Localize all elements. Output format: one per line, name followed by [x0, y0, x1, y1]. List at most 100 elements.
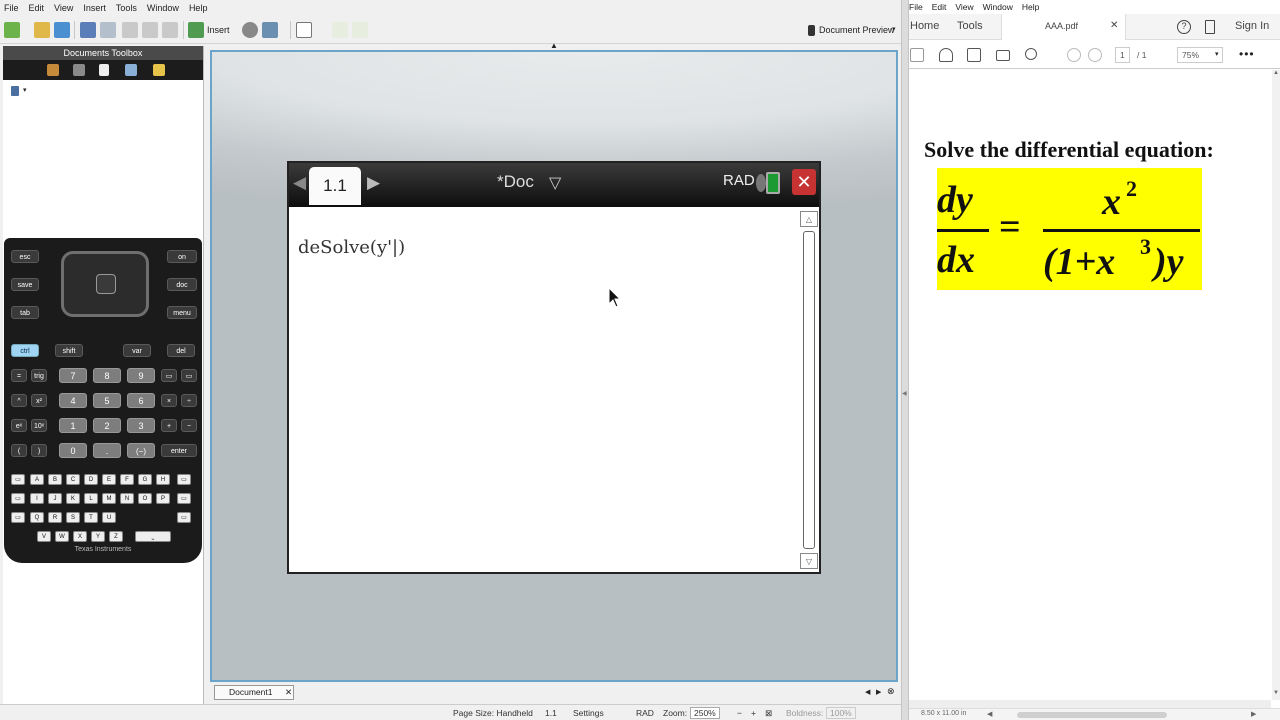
scroll-down-icon[interactable]: ▽: [800, 553, 818, 569]
trig-key[interactable]: trig: [31, 369, 47, 382]
content-explorer-icon[interactable]: [125, 64, 137, 76]
close-tab-icon[interactable]: ✕: [1110, 20, 1118, 31]
square-key[interactable]: x²: [31, 394, 47, 407]
settings-status-button[interactable]: Settings: [573, 708, 604, 718]
page-size-status[interactable]: Page Size: Handheld: [453, 708, 533, 718]
catalog-key[interactable]: ▭: [181, 369, 197, 382]
key-q[interactable]: Q: [30, 512, 44, 523]
save-key[interactable]: save: [11, 278, 39, 291]
cloud-upload-icon[interactable]: [939, 48, 953, 62]
utilities-icon[interactable]: [153, 64, 165, 76]
close-icon[interactable]: ✕: [792, 169, 816, 195]
boldness-select[interactable]: 100%: [826, 707, 856, 719]
pdf-horizontal-scrollbar[interactable]: [909, 700, 1271, 708]
pdf-menu-view[interactable]: View: [955, 2, 973, 12]
tab-scroll-left-icon[interactable]: ◀: [865, 688, 870, 696]
key-5[interactable]: 5: [93, 393, 121, 408]
tab-document[interactable]: AAA.pdf ✕: [1001, 14, 1126, 40]
insert-menu-button[interactable]: Insert: [207, 25, 230, 35]
tab-tools[interactable]: Tools: [957, 20, 983, 32]
more-icon[interactable]: •••: [1239, 47, 1255, 61]
tab-home[interactable]: Home: [910, 20, 939, 32]
page-number-input[interactable]: 1: [1115, 47, 1130, 63]
pdf-menu-help[interactable]: Help: [1022, 2, 1039, 12]
divide-key[interactable]: ÷: [181, 394, 197, 407]
help-icon[interactable]: ?: [1177, 20, 1191, 34]
on-key[interactable]: on: [167, 250, 197, 263]
chevron-down-icon[interactable]: ▾: [1215, 50, 1219, 58]
key-c[interactable]: C: [66, 474, 80, 485]
negative-key[interactable]: (−): [127, 443, 155, 458]
menu-tools[interactable]: Tools: [116, 3, 137, 13]
page-up-icon[interactable]: [1067, 48, 1081, 62]
key-r[interactable]: R: [48, 512, 62, 523]
touchpad[interactable]: [61, 251, 149, 317]
tools-icon[interactable]: [47, 64, 59, 76]
document-menu-chevron-icon[interactable]: ▽: [549, 173, 561, 193]
undo-icon[interactable]: [80, 22, 96, 38]
redo-icon[interactable]: [100, 22, 116, 38]
paste-icon[interactable]: [162, 22, 178, 38]
page-layout-icon[interactable]: [296, 22, 312, 38]
tab-scroll-right-icon[interactable]: ▶: [876, 688, 881, 696]
zoom-in-icon[interactable]: +: [751, 708, 756, 718]
collapse-left-icon[interactable]: ◀: [902, 390, 907, 397]
decimal-key[interactable]: .: [93, 443, 121, 458]
symbol-key[interactable]: ▭: [177, 512, 191, 523]
gauge-icon[interactable]: [242, 22, 258, 38]
mail-icon[interactable]: [996, 50, 1010, 61]
open-folder-icon[interactable]: [34, 22, 50, 38]
close-document-icon[interactable]: ⊗: [887, 686, 895, 697]
window-splitter[interactable]: ◀: [901, 0, 909, 720]
key-s[interactable]: S: [66, 512, 80, 523]
key-e[interactable]: E: [102, 474, 116, 485]
document-preview-dropdown[interactable]: Document Preview: [819, 25, 895, 35]
previous-page-icon[interactable]: [332, 22, 348, 38]
symbol-key[interactable]: ▭: [177, 474, 191, 485]
menu-help[interactable]: Help: [189, 3, 208, 13]
pdf-menu-file[interactable]: File: [909, 2, 923, 12]
key-j[interactable]: J: [48, 493, 62, 504]
key-6[interactable]: 6: [127, 393, 155, 408]
copy-icon[interactable]: [142, 22, 158, 38]
ctrl-key[interactable]: ctrl: [11, 344, 39, 357]
menu-view[interactable]: View: [54, 3, 73, 13]
punctuation-key[interactable]: ▭: [11, 512, 25, 523]
key-7[interactable]: 7: [59, 368, 87, 383]
chevron-down-icon[interactable]: ▾: [892, 25, 896, 33]
page-down-icon[interactable]: [1088, 48, 1102, 62]
key-k[interactable]: K: [66, 493, 80, 504]
menu-edit[interactable]: Edit: [29, 3, 45, 13]
mobile-icon[interactable]: [1205, 20, 1215, 34]
key-8[interactable]: 8: [93, 368, 121, 383]
punctuation-key[interactable]: ▭: [11, 474, 25, 485]
key-a[interactable]: A: [30, 474, 44, 485]
next-page-icon[interactable]: [352, 22, 368, 38]
scroll-up-icon[interactable]: ▲: [1273, 70, 1279, 76]
pdf-menu-edit[interactable]: Edit: [932, 2, 947, 12]
status-scroll-thumb[interactable]: [1017, 712, 1167, 718]
esc-key[interactable]: esc: [11, 250, 39, 263]
key-h[interactable]: H: [156, 474, 170, 485]
handheld-view-icon[interactable]: [99, 64, 109, 76]
key-l[interactable]: L: [84, 493, 98, 504]
insert-icon[interactable]: [188, 22, 204, 38]
key-g[interactable]: G: [138, 474, 152, 485]
caret-key[interactable]: ^: [11, 394, 27, 407]
screen-capture-icon[interactable]: [262, 22, 278, 38]
key-m[interactable]: M: [102, 493, 116, 504]
key-0[interactable]: 0: [59, 443, 87, 458]
pdf-menu-window[interactable]: Window: [983, 2, 1013, 12]
scroll-down-icon[interactable]: ▼: [1273, 690, 1279, 696]
search-icon[interactable]: [1025, 48, 1037, 60]
save-icon[interactable]: [910, 48, 924, 62]
handheld-scrollbar[interactable]: △ ▽: [800, 211, 818, 571]
space-key[interactable]: ⎵: [135, 531, 171, 542]
key-p[interactable]: P: [156, 493, 170, 504]
save-icon[interactable]: [54, 22, 70, 38]
menu-key[interactable]: menu: [167, 306, 197, 319]
equals-key[interactable]: =: [11, 369, 27, 382]
del-key[interactable]: del: [167, 344, 195, 357]
print-icon[interactable]: [967, 48, 981, 62]
scroll-left-icon[interactable]: ◀: [987, 710, 992, 718]
